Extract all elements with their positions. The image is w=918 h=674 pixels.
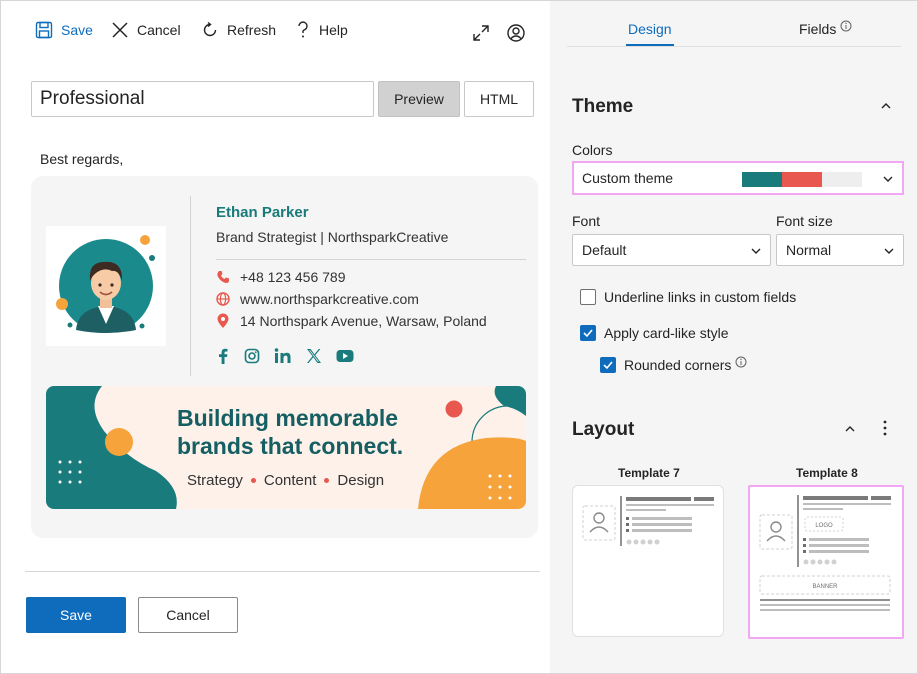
underline-links-label: Underline links in custom fields (604, 289, 797, 305)
more-options-icon[interactable] (882, 420, 888, 439)
chevron-down-icon (884, 248, 894, 254)
font-size-label: Font size (776, 213, 833, 229)
signature-address: 14 Northspark Avenue, Warsaw, Poland (216, 313, 487, 329)
toolbar-save-label: Save (61, 22, 93, 38)
social-icons (216, 348, 354, 364)
template-8-label: Template 8 (796, 466, 858, 480)
toolbar-help-label: Help (319, 22, 348, 38)
template-7-label: Template 7 (618, 466, 680, 480)
colors-select-value: Custom theme (582, 170, 674, 186)
tab-design-label: Design (628, 21, 672, 37)
banner-tag: Design (337, 472, 385, 489)
template-7-thumbnail (582, 496, 714, 546)
linkedin-icon[interactable] (274, 348, 292, 364)
youtube-icon[interactable] (336, 349, 354, 363)
layout-section-title: Layout (572, 419, 635, 440)
banner-tag: Strategy (187, 472, 243, 489)
colors-select[interactable]: Custom theme (572, 161, 904, 195)
save-icon (35, 21, 53, 39)
cancel-button[interactable]: Cancel (138, 597, 238, 633)
save-button[interactable]: Save (26, 597, 126, 633)
rounded-corners-label: Rounded corners (624, 357, 732, 373)
banner-tag: Content (263, 472, 317, 489)
underline-links-checkbox[interactable]: Underline links in custom fields (580, 289, 796, 305)
banner-headline-line1: Building memorable (177, 405, 399, 431)
card-style-checkbox[interactable]: Apply card-like style (580, 325, 729, 341)
colors-label: Colors (572, 142, 613, 158)
avatar (46, 226, 166, 346)
chevron-down-icon (883, 176, 893, 182)
tab-fields[interactable]: Fields (799, 20, 852, 37)
toolbar-cancel-label: Cancel (137, 22, 181, 38)
color-swatch-light (822, 172, 862, 187)
tab-divider (567, 46, 901, 47)
checkmark-icon (603, 361, 613, 370)
template-7-card[interactable] (572, 485, 724, 637)
checkmark-icon (583, 329, 593, 338)
signature-phone-text: +48 123 456 789 (240, 269, 346, 285)
signature-rule (216, 259, 526, 260)
close-icon (112, 22, 128, 38)
bullet-dot (324, 478, 330, 483)
banner-headline-line2: brands that connect. (177, 433, 404, 459)
x-icon[interactable] (306, 348, 322, 364)
toolbar-refresh-label: Refresh (227, 22, 277, 38)
help-icon (298, 21, 308, 38)
closing-text: Best regards, (40, 151, 124, 167)
toolbar-save-button[interactable]: Save (35, 21, 93, 39)
signature-job-title: Brand Strategist | NorthsparkCreative (216, 229, 449, 245)
expand-icon[interactable] (471, 23, 491, 46)
account-icon[interactable] (506, 23, 526, 46)
facebook-icon[interactable] (216, 348, 230, 364)
globe-icon (216, 292, 230, 306)
editor-pane: Save Cancel Refresh Help Preview HTML Be… (1, 1, 550, 673)
toolbar-cancel-button[interactable]: Cancel (111, 21, 181, 39)
collapse-theme-chevron-up-icon[interactable] (880, 99, 892, 115)
toolbar-help-button[interactable]: Help (295, 21, 348, 39)
preview-button[interactable]: Preview (378, 81, 460, 117)
banner-tagline: Strategy Content Design (187, 472, 384, 489)
card-style-label: Apply card-like style (604, 325, 729, 341)
color-swatch-teal (742, 172, 782, 187)
signature-name-input[interactable] (31, 81, 374, 117)
font-label: Font (572, 213, 601, 229)
font-size-select[interactable]: Normal (776, 234, 904, 266)
signature-phone: +48 123 456 789 (216, 269, 346, 285)
rounded-corners-checkbox[interactable]: Rounded corners (600, 356, 747, 373)
signature-address-text: 14 Northspark Avenue, Warsaw, Poland (240, 313, 487, 329)
toolbar-refresh-button[interactable]: Refresh (201, 21, 276, 39)
html-button[interactable]: HTML (464, 81, 534, 117)
phone-icon (217, 271, 229, 283)
signature-card: Ethan Parker Brand Strategist | Northspa… (31, 176, 538, 538)
instagram-icon[interactable] (244, 348, 260, 364)
info-icon[interactable] (735, 356, 747, 368)
font-select-value: Default (582, 242, 627, 258)
checkbox-box[interactable] (600, 357, 616, 373)
checkbox-box[interactable] (580, 325, 596, 341)
signature-divider (190, 196, 191, 376)
template-8-thumbnail: LOGO BANNER (759, 495, 891, 611)
refresh-icon (203, 21, 217, 37)
font-select[interactable]: Default (572, 234, 771, 266)
tab-design[interactable]: Design (628, 21, 672, 37)
template-8-banner-text: BANNER (812, 584, 838, 590)
bullet-dot (250, 478, 256, 483)
theme-section-title: Theme (572, 96, 634, 117)
font-size-select-value: Normal (786, 242, 832, 258)
template-8-card[interactable]: LOGO BANNER (748, 485, 904, 639)
signature-person-name: Ethan Parker (216, 204, 309, 221)
signature-website-text: www.northsparkcreative.com (240, 291, 419, 307)
template-8-logo-text: LOGO (815, 523, 833, 529)
info-icon (840, 20, 852, 32)
signature-banner: Building memorable brands that connect. … (46, 386, 526, 509)
location-pin-icon (217, 313, 229, 328)
collapse-layout-chevron-up-icon[interactable] (844, 422, 856, 438)
design-panel: Design Fields Theme Colors Custom theme … (550, 1, 917, 673)
signature-website[interactable]: www.northsparkcreative.com (216, 291, 419, 307)
checkbox-box[interactable] (580, 289, 596, 305)
tab-fields-label: Fields (799, 21, 837, 37)
chevron-down-icon (751, 248, 761, 254)
color-swatch-red (782, 172, 822, 187)
footer-divider (25, 571, 540, 572)
